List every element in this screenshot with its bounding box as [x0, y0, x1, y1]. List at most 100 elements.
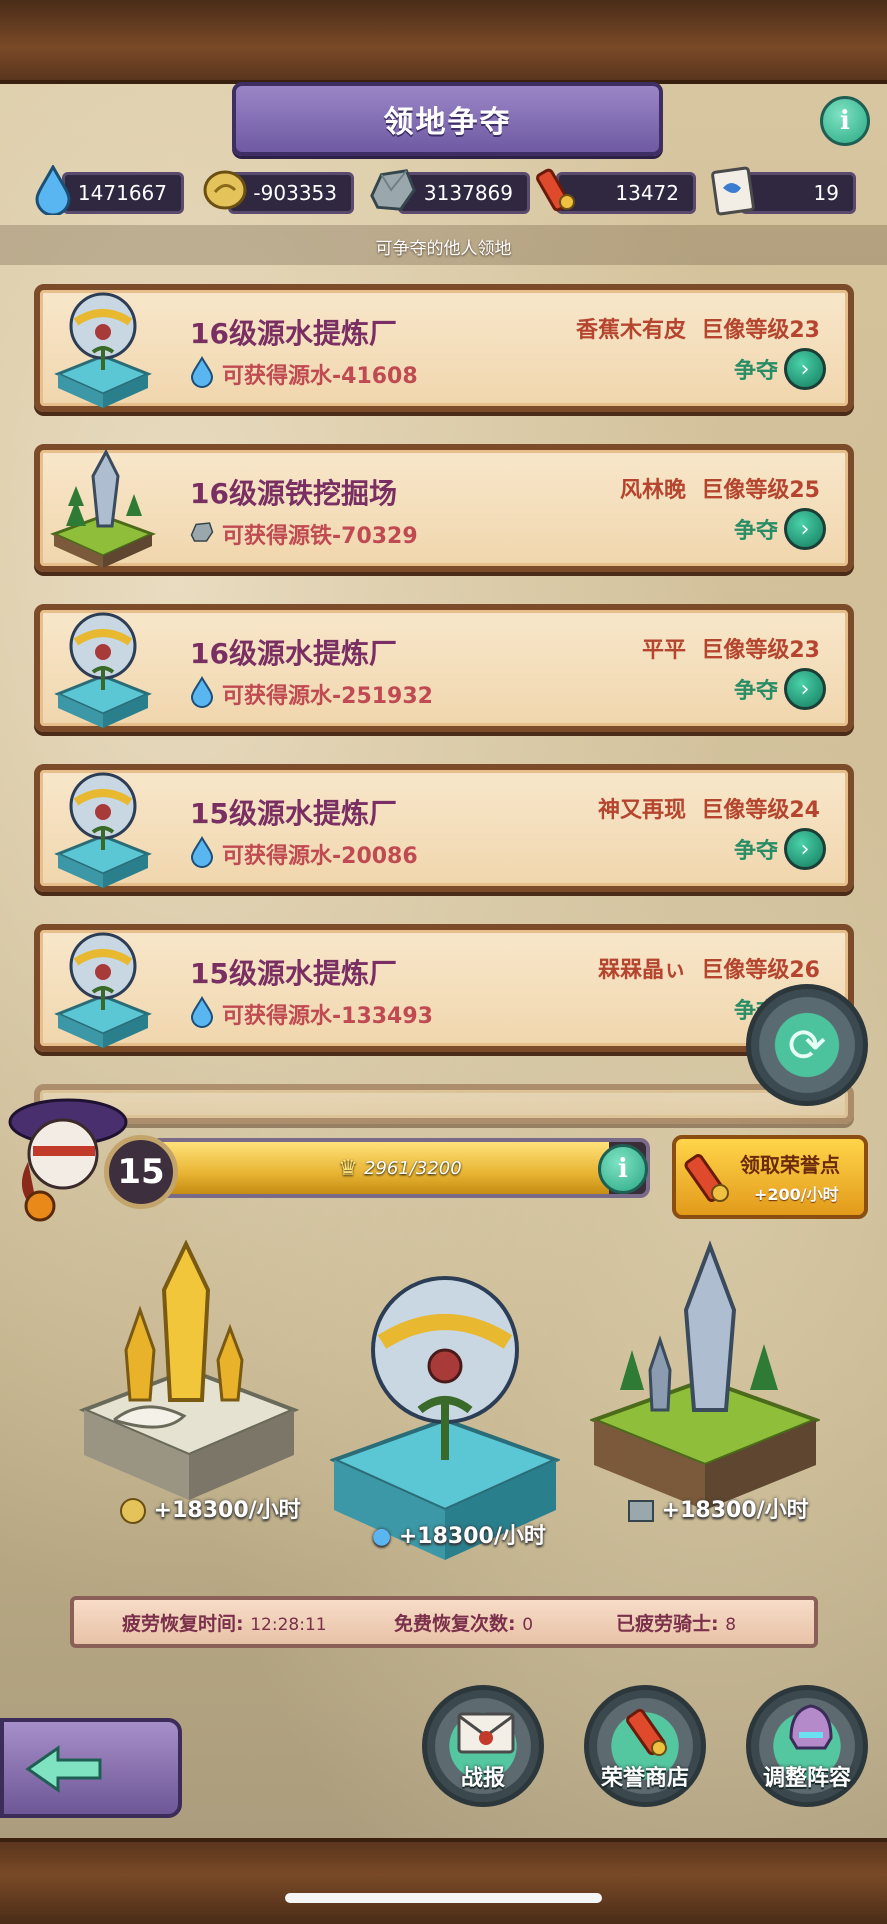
territory-card[interactable]: 16级源水提炼厂 可获得源水-41608 香蕉木有皮 巨像等级23 争夺 › [34, 284, 854, 412]
territory-owner: 香蕉木有皮 巨像等级23 [576, 312, 820, 344]
territory-card-partial [34, 1084, 854, 1124]
territory-name: 15级源水提炼厂 [190, 797, 397, 830]
battle-report-label: 战报 [460, 1766, 505, 1791]
statue-level: 巨像等级25 [701, 478, 820, 503]
honor-scroll-icon [684, 1154, 729, 1202]
refresh-icon[interactable]: ⟳ [746, 984, 868, 1106]
player-level-badge: 15 [104, 1135, 178, 1209]
honor-scroll-icon [534, 162, 584, 218]
battle-report-button[interactable]: 战报 [422, 1685, 544, 1807]
territory-name: 16级源水提炼厂 [190, 637, 397, 670]
territory-owner: 神又再现 巨像等级24 [598, 792, 820, 824]
territory-gain: 可获得源水-20086 [222, 844, 418, 869]
territory-owner: 槑槑晶ぃ 巨像等级26 [598, 952, 820, 984]
iron-ore-icon [190, 522, 214, 542]
recover-time-value: 12:28:11 [250, 1614, 327, 1635]
resource-gold-value: -903353 [253, 181, 337, 205]
card-icon [708, 162, 758, 218]
tired-knights-value: 8 [725, 1614, 737, 1635]
resource-card-value: 19 [813, 181, 839, 205]
owner-name: 槑槑晶ぃ [598, 958, 687, 983]
owner-name: 风林晚 [620, 478, 687, 503]
territory-name: 16级源水提炼厂 [190, 317, 397, 350]
resource-water: 1471667 [62, 172, 184, 214]
fight-button[interactable]: 争夺› [734, 348, 826, 390]
level-progress-bar: ♛ 2961/3200 [150, 1138, 650, 1198]
crown-icon: ♛ [338, 1155, 359, 1181]
claim-honor-label: 领取荣誉点 [740, 1153, 840, 1177]
territory-name: 16级源铁挖掘场 [190, 477, 397, 510]
owner-name: 香蕉木有皮 [576, 318, 687, 343]
gold-coin-icon [200, 162, 250, 218]
gold-production-rate: +18300/小时 [153, 1498, 301, 1523]
resource-honor-value: 13472 [615, 181, 679, 205]
water-drop-icon [190, 836, 214, 868]
water-drop-icon [28, 162, 78, 218]
water-production: ● +18300/小时 [372, 1518, 546, 1550]
territory-card[interactable]: 15级源水提炼厂 可获得源水-20086 神又再现 巨像等级24 争夺 › [34, 764, 854, 892]
statue-level: 巨像等级23 [701, 638, 820, 663]
helmet-icon [789, 1704, 833, 1750]
territory-owner: 平平 巨像等级23 [642, 632, 820, 664]
back-arrow-icon [25, 1745, 102, 1793]
tired-knights-label: 已疲劳骑士: [616, 1612, 719, 1635]
bottom-wood-frame [0, 1838, 887, 1924]
territory-gain: 可获得源水-41608 [222, 364, 418, 389]
gold-coin-icon [120, 1498, 146, 1524]
free-recover-label: 免费恢复次数: [394, 1612, 516, 1635]
territory-card[interactable]: 16级源铁挖掘场 可获得源铁-70329 风林晚 巨像等级25 争夺 › [34, 444, 854, 572]
territory-gain: 可获得源铁-70329 [222, 524, 418, 549]
territory-card[interactable]: 15级源水提炼厂 可获得源水-133493 槑槑晶ぃ 巨像等级26 争夺› [34, 924, 854, 1052]
recover-time-label: 疲劳恢复时间: [122, 1612, 244, 1635]
claim-honor-button[interactable]: 领取荣誉点 +200/小时 [672, 1135, 868, 1219]
owner-name: 平平 [642, 638, 687, 663]
tired-knights: 已疲劳骑士: 8 [616, 1609, 736, 1636]
top-wood-frame [0, 0, 887, 84]
arrow-right-icon[interactable]: › [784, 348, 826, 390]
fatigue-banner: 疲劳恢复时间: 12:28:11 免费恢复次数: 0 已疲劳骑士: 8 [70, 1596, 818, 1648]
statue-level: 巨像等级26 [701, 958, 820, 983]
water-drop-icon [190, 996, 214, 1028]
iron-mine-thumb [50, 448, 156, 568]
territory-card[interactable]: 16级源水提炼厂 可获得源水-251932 平平 巨像等级23 争夺 › [34, 604, 854, 732]
statue-level: 巨像等级23 [701, 318, 820, 343]
page-title: 领地争夺 [232, 82, 663, 156]
territory-owner: 风林晚 巨像等级25 [620, 472, 820, 504]
water-refinery-thumb [54, 292, 152, 408]
fight-button[interactable]: 争夺› [734, 508, 826, 550]
iron-ore-icon [628, 1500, 654, 1522]
back-button[interactable] [0, 1718, 182, 1818]
territory-gain: 可获得源水-251932 [222, 684, 433, 709]
arrow-right-icon[interactable]: › [784, 668, 826, 710]
fight-label: 争夺 [733, 839, 778, 864]
water-drop-icon [190, 356, 214, 388]
statue-level: 巨像等级24 [701, 798, 820, 823]
fight-label: 争夺 [733, 359, 778, 384]
honor-shop-button[interactable]: 荣誉商店 [584, 1685, 706, 1807]
adjust-lineup-label: 调整阵容 [762, 1766, 851, 1791]
resource-iron-value: 3137869 [423, 181, 513, 205]
water-drop-icon: ● [372, 1524, 392, 1549]
territory-gain: 可获得源水-133493 [222, 1004, 433, 1029]
info-icon[interactable]: i [598, 1144, 648, 1194]
home-indicator[interactable] [285, 1893, 602, 1903]
free-recover-value: 0 [522, 1614, 534, 1635]
arrow-right-icon[interactable]: › [784, 508, 826, 550]
free-recover-count: 免费恢复次数: 0 [394, 1609, 533, 1636]
iron-production-rate: +18300/小时 [661, 1498, 809, 1523]
fight-button[interactable]: 争夺› [734, 668, 826, 710]
resource-water-value: 1471667 [77, 181, 167, 205]
envelope-icon [457, 1712, 515, 1754]
info-icon[interactable]: i [820, 96, 870, 146]
territory-name: 15级源水提炼厂 [190, 957, 397, 990]
water-drop-icon [190, 676, 214, 708]
fight-button[interactable]: 争夺› [734, 828, 826, 870]
adjust-lineup-button[interactable]: 调整阵容 [746, 1685, 868, 1807]
fatigue-recover-time: 疲劳恢复时间: 12:28:11 [122, 1609, 327, 1636]
iron-production: +18300/小时 [628, 1492, 809, 1524]
fight-label: 争夺 [733, 519, 778, 544]
gold-production: +18300/小时 [120, 1492, 301, 1524]
honor-shop-label: 荣誉商店 [600, 1766, 689, 1791]
subtitle: 可争夺的他人领地 [375, 239, 512, 259]
arrow-right-icon[interactable]: › [784, 828, 826, 870]
